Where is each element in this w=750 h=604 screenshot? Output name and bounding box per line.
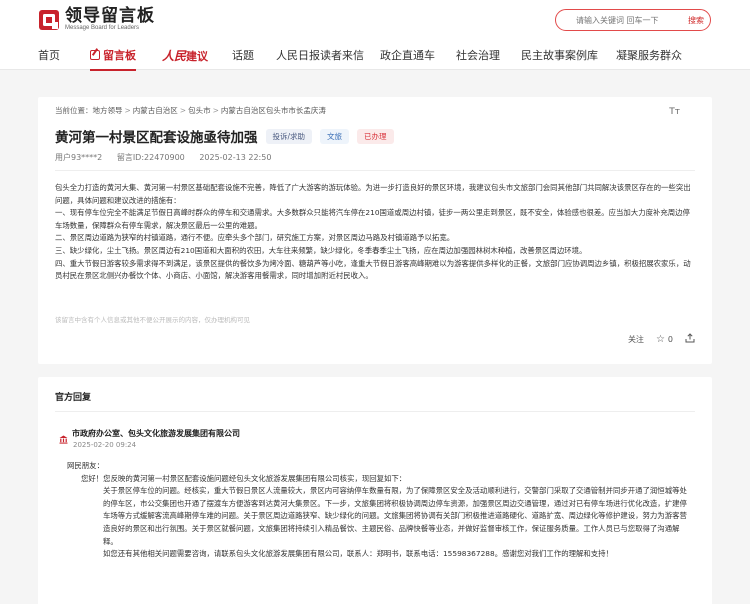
message-actions: 关注 ☆ 0 — [616, 333, 695, 346]
message-content: 包头全力打造的黄河大集、黄河第一村景区基础配套设施不完善，降低了广大游客的游玩体… — [55, 182, 695, 283]
government-building-icon — [59, 429, 68, 444]
nav-home[interactable]: 首页 — [38, 47, 60, 63]
message-card: 当前位置：地方领导 > 内蒙古自治区 > 包头市 > 内蒙古自治区包头市市长孟庆涛 Tт 黄… — [38, 97, 712, 364]
message-id: 留言ID:22470900 — [116, 153, 185, 162]
breadcrumb: 当前位置：地方领导 > 内蒙古自治区 > 包头市 > 内蒙古自治区包头市市长孟庆涛 — [55, 106, 326, 115]
people-brand-mark: 人民 — [162, 49, 187, 63]
message-type-tag: 投诉/求助 — [265, 128, 313, 144]
reply-paragraph: 关于景区停车位的问题。经核实，重大节假日景区人流量较大，景区内可容纳停车数量有限… — [103, 486, 687, 546]
nav-governance[interactable]: 社会治理 — [456, 47, 500, 63]
reply-content: 网民朋友： 您好！您反映的黄河第一村景区配套设施问题经包头文化旅游发展集团有限公… — [67, 460, 689, 561]
message-user: 用户93****2 — [55, 153, 103, 162]
nav-serve-people[interactable]: 凝聚服务群众 — [616, 47, 682, 63]
message-paragraph: 一、现有停车位完全不能满足节假日高峰时群众的停车和交通需求。大多数群众只能将汽车… — [55, 208, 690, 230]
logo-title: 领导留言板 — [65, 6, 155, 26]
breadcrumb-label: 当前位置： — [55, 106, 93, 115]
divider — [55, 411, 695, 412]
reply-paragraph: 如您还有其他相关问题需要咨询，请联系包头文化旅游发展集团有限公司，联系人：郑明书… — [103, 549, 613, 559]
breadcrumb-item[interactable]: 包头市 — [188, 106, 211, 115]
search-box: 搜索 — [555, 9, 711, 31]
nav-suggestion[interactable]: 人民建议 — [162, 47, 208, 64]
star-icon: ☆ — [655, 334, 665, 345]
breadcrumb-item[interactable]: 内蒙古自治区 — [133, 106, 178, 115]
nav-enterprise[interactable]: 政企直通车 — [380, 47, 435, 63]
reply-organization: 市政府办公室、包头文化旅游发展集团有限公司 — [72, 429, 240, 438]
message-paragraph: 二、景区周边道路为狭窄的村镇道路，通行不便。应牵头多个部门，研究施工方案，对景区… — [55, 233, 455, 243]
reply-section-title: 官方回复 — [55, 393, 92, 403]
message-title: 黄河第一村景区配套设施亟待加强 — [55, 130, 258, 146]
message-time: 2025-02-13 22:50 — [199, 153, 272, 162]
status-badge: 已办理 — [357, 128, 394, 144]
search-input[interactable] — [556, 15, 682, 25]
pen-icon — [90, 50, 100, 60]
main-nav: 首页 留言板 人民建议 话题 人民日报读者来信 政企直通车 社会治理 民主故事案… — [0, 40, 750, 71]
nav-topics[interactable]: 话题 — [232, 47, 254, 63]
reply-time: 2025-02-20 09:24 — [73, 441, 137, 449]
privacy-disclaimer: 该留言中含有个人信息或其他不便公开展示的内容，仅办理机构可见 — [55, 316, 250, 324]
message-paragraph: 包头全力打造的黄河大集、黄河第一村景区基础配套设施不完善，降低了广大游客的游玩体… — [55, 183, 691, 205]
top-header: 领导留言板 Message Board for Leaders 搜索 — [0, 0, 750, 40]
share-button[interactable] — [685, 333, 695, 346]
reply-paragraph: 您好！您反映的黄河第一村景区配套设施问题经包头文化旅游发展集团有限公司核实，现回… — [81, 473, 407, 483]
breadcrumb-item[interactable]: 内蒙古自治区包头市市长孟庆涛 — [221, 106, 326, 115]
site-logo[interactable]: 领导留言板 Message Board for Leaders — [38, 7, 155, 32]
share-icon — [685, 333, 695, 346]
nav-message-board-label: 留言板 — [103, 49, 136, 62]
message-paragraph: 四、重大节假日游客较多需求得不到满足，该景区提供的餐饮多为烤冷面、糖葫芦等小吃，… — [55, 258, 691, 281]
logo-subtitle: Message Board for Leaders — [65, 25, 140, 31]
font-size-toggle[interactable]: Tт — [669, 107, 680, 117]
logo-icon — [38, 9, 60, 31]
breadcrumb-item[interactable]: 地方领导 — [93, 106, 123, 115]
divider — [55, 170, 695, 171]
official-reply-card: 官方回复 市政府办公室、包头文化旅游发展集团有限公司 2025-02-20 09… — [38, 377, 712, 604]
message-meta: 用户93****2 留言ID:22470900 2025-02-13 22:50 — [55, 152, 283, 163]
nav-suggestion-label: 建议 — [186, 50, 209, 63]
nav-democracy-cases[interactable]: 民主故事案例库 — [521, 47, 598, 63]
nav-message-board[interactable]: 留言板 — [90, 47, 136, 71]
message-paragraph: 三、缺少绿化，尘土飞扬。景区周边有210国道和大面积的农田，大车往来频繁，缺少绿… — [55, 245, 587, 255]
search-button[interactable]: 搜索 — [682, 15, 710, 26]
like-button[interactable]: ☆ 0 — [656, 334, 673, 345]
like-count: 0 — [667, 335, 673, 344]
follow-button[interactable]: 关注 — [628, 334, 644, 345]
reply-greeting: 网民朋友： — [67, 461, 104, 470]
category-tag: 文旅 — [320, 128, 350, 144]
nav-readers-letters[interactable]: 人民日报读者来信 — [276, 47, 364, 63]
